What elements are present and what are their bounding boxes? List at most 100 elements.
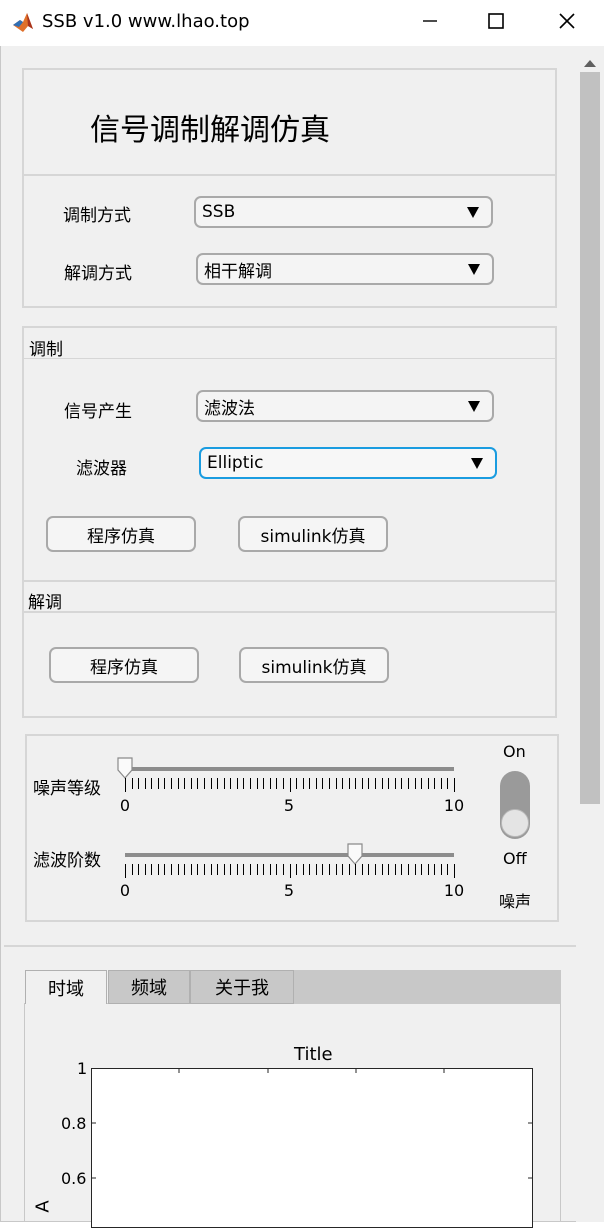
slider-tick — [309, 864, 311, 875]
tick-label: 10 — [443, 881, 465, 900]
dropdown-arrow-icon — [468, 401, 480, 412]
slider-tick — [144, 864, 146, 875]
slider-tick — [151, 778, 153, 789]
slider-tick — [355, 778, 357, 789]
slider-tick — [322, 778, 324, 789]
toggle-knob[interactable] — [501, 809, 529, 837]
slider-tick — [328, 864, 330, 875]
slider-tick — [151, 864, 153, 875]
slider-tick — [375, 778, 377, 789]
slider-tick — [190, 778, 192, 789]
slider-tick — [447, 778, 449, 789]
slider-tick — [190, 864, 192, 875]
method-panel — [22, 174, 557, 308]
slider-tick — [434, 864, 436, 875]
slider-tick — [427, 778, 429, 789]
demodulation-program-sim-button[interactable]: 程序仿真 — [49, 647, 199, 683]
slider-tick — [210, 778, 212, 789]
slider-tick — [230, 864, 232, 875]
divider — [24, 580, 555, 582]
slider-tick — [184, 864, 186, 875]
slider-tick — [440, 778, 442, 789]
modulation-method-dropdown[interactable]: SSB — [194, 196, 493, 228]
slider-tick — [171, 864, 173, 875]
slider-tick — [203, 778, 205, 789]
close-icon — [558, 12, 576, 34]
maximize-icon — [487, 12, 505, 34]
close-button[interactable] — [532, 0, 602, 46]
slider-tick — [296, 864, 298, 875]
modulation-simulink-sim-button[interactable]: simulink仿真 — [238, 516, 388, 552]
slider-tick — [454, 864, 455, 878]
slider-tick — [394, 864, 396, 875]
minimize-button[interactable] — [395, 0, 465, 46]
window-title: SSB v1.0 www.lhao.top — [42, 11, 250, 32]
slider-tick — [447, 864, 449, 875]
slider-tick — [236, 778, 238, 789]
slider-tick — [348, 864, 350, 875]
slider-tick — [125, 778, 126, 792]
divider — [24, 611, 555, 613]
noise-level-label: 噪声等级 — [33, 779, 101, 799]
modulation-program-sim-button[interactable]: 程序仿真 — [46, 516, 196, 552]
slider-tick — [342, 864, 344, 875]
slider-tick — [250, 864, 252, 875]
slider-tick — [401, 864, 403, 875]
slider-tick — [342, 778, 344, 789]
tick-label: 10 — [443, 796, 465, 815]
axis-ticks — [91, 1068, 533, 1222]
noise-level-slider-thumb[interactable] — [117, 757, 133, 779]
maximize-button[interactable] — [461, 0, 531, 46]
minimize-icon — [421, 12, 439, 34]
scrollbar-thumb[interactable] — [580, 72, 600, 804]
slider-tick — [355, 864, 357, 875]
slider-tick — [243, 778, 245, 789]
tick-label: 0 — [119, 796, 131, 815]
slider-tick — [381, 778, 383, 789]
slider-tick — [335, 864, 337, 875]
filter-dropdown[interactable]: Elliptic — [199, 447, 497, 479]
tab-time-domain[interactable]: 时域 — [25, 970, 107, 1004]
signal-generation-label: 信号产生 — [64, 402, 132, 422]
tab-frequency-domain[interactable]: 频域 — [108, 970, 190, 1004]
slider-tick — [388, 864, 390, 875]
slider-tick — [414, 864, 416, 875]
slider-tick — [256, 778, 258, 789]
y-tick-label: 0.6 — [61, 1169, 87, 1188]
slider-tick — [309, 778, 311, 789]
divider — [24, 358, 555, 359]
modulation-section-title: 调制 — [29, 340, 63, 360]
noise-toggle-switch[interactable] — [500, 771, 530, 839]
tick-label: 5 — [283, 796, 295, 815]
slider-tick — [388, 778, 390, 789]
noise-level-slider-track[interactable] — [125, 767, 454, 771]
demodulation-method-dropdown[interactable]: 相干解调 — [196, 253, 494, 285]
slider-tick — [302, 778, 304, 789]
signal-generation-dropdown[interactable]: 滤波法 — [196, 390, 494, 422]
tab-about-me[interactable]: 关于我 — [190, 970, 294, 1004]
slider-tick — [263, 778, 265, 789]
slider-tick — [440, 864, 442, 875]
demodulation-simulink-sim-button[interactable]: simulink仿真 — [239, 647, 389, 683]
y-tick-label: 0.8 — [61, 1114, 87, 1133]
dropdown-arrow-icon — [467, 207, 479, 218]
slider-tick — [210, 864, 212, 875]
slider-tick — [401, 778, 403, 789]
slider-tick — [269, 778, 271, 789]
filter-order-slider-thumb[interactable] — [347, 843, 363, 865]
slider-tick — [454, 778, 455, 792]
slider-tick — [236, 864, 238, 875]
scroll-up-icon[interactable] — [584, 52, 596, 71]
dropdown-arrow-icon — [471, 458, 483, 469]
filter-order-label: 滤波阶数 — [33, 851, 101, 871]
slider-tick — [328, 778, 330, 789]
slider-tick — [407, 864, 409, 875]
slider-tick — [164, 778, 166, 789]
slider-tick — [289, 864, 291, 878]
filter-order-slider-track[interactable] — [125, 853, 454, 857]
slider-tick — [157, 778, 159, 789]
noise-level-ticks — [125, 778, 455, 792]
slider-tick — [243, 864, 245, 875]
slider-tick — [269, 864, 271, 875]
slider-tick — [223, 778, 225, 789]
